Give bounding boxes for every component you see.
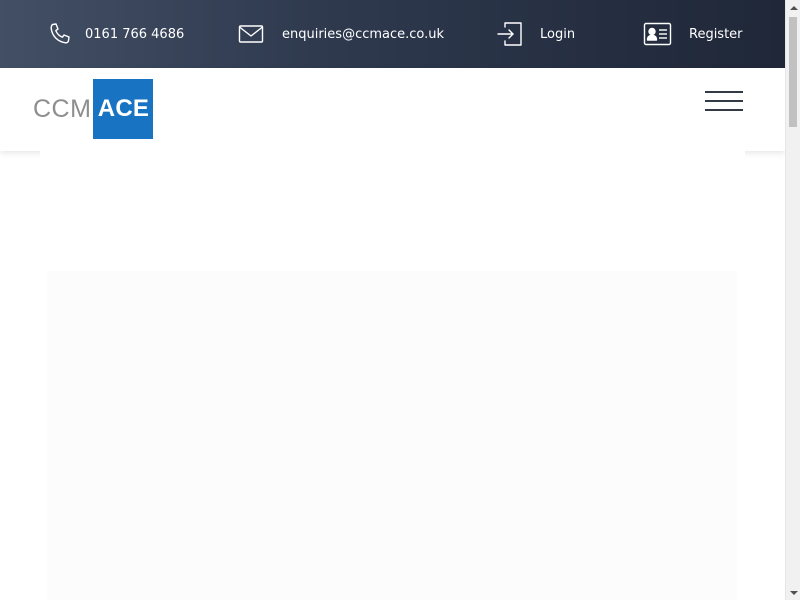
login-icon — [497, 21, 523, 47]
phone-number: 0161 766 4686 — [85, 26, 185, 42]
scroll-up-arrow-icon[interactable] — [786, 0, 800, 15]
scrollbar-thumb[interactable] — [789, 17, 797, 127]
scroll-down-arrow-icon[interactable] — [786, 585, 800, 600]
phone-link[interactable]: 0161 766 4686 — [48, 0, 184, 68]
phone-icon — [48, 22, 72, 46]
login-label: Login — [540, 26, 576, 42]
logo-ace-block: ACE — [93, 79, 154, 139]
logo-ccm-text: CCM — [33, 94, 92, 123]
envelope-icon — [238, 24, 264, 44]
hero-spacer — [40, 151, 745, 271]
top-contact-bar: 0161 766 4686 enquiries@ccmace.co.uk Log… — [0, 0, 785, 68]
vertical-scrollbar[interactable] — [785, 0, 800, 600]
menu-line-middle — [705, 100, 743, 102]
page-viewport: 0161 766 4686 enquiries@ccmace.co.uk Log… — [0, 0, 785, 600]
site-header: CCM ACE — [0, 68, 785, 151]
ccmace-logo[interactable]: CCM ACE — [33, 79, 154, 139]
register-link[interactable]: Register — [643, 0, 743, 68]
email-address: enquiries@ccmace.co.uk — [282, 26, 445, 42]
id-card-icon — [643, 22, 672, 46]
register-label: Register — [689, 26, 743, 42]
hamburger-menu-icon[interactable] — [704, 89, 744, 113]
email-link[interactable]: enquiries@ccmace.co.uk — [238, 0, 444, 68]
login-link[interactable]: Login — [497, 0, 575, 68]
menu-line-top — [705, 91, 743, 93]
menu-line-bottom — [705, 109, 743, 111]
content-panel — [47, 271, 737, 600]
